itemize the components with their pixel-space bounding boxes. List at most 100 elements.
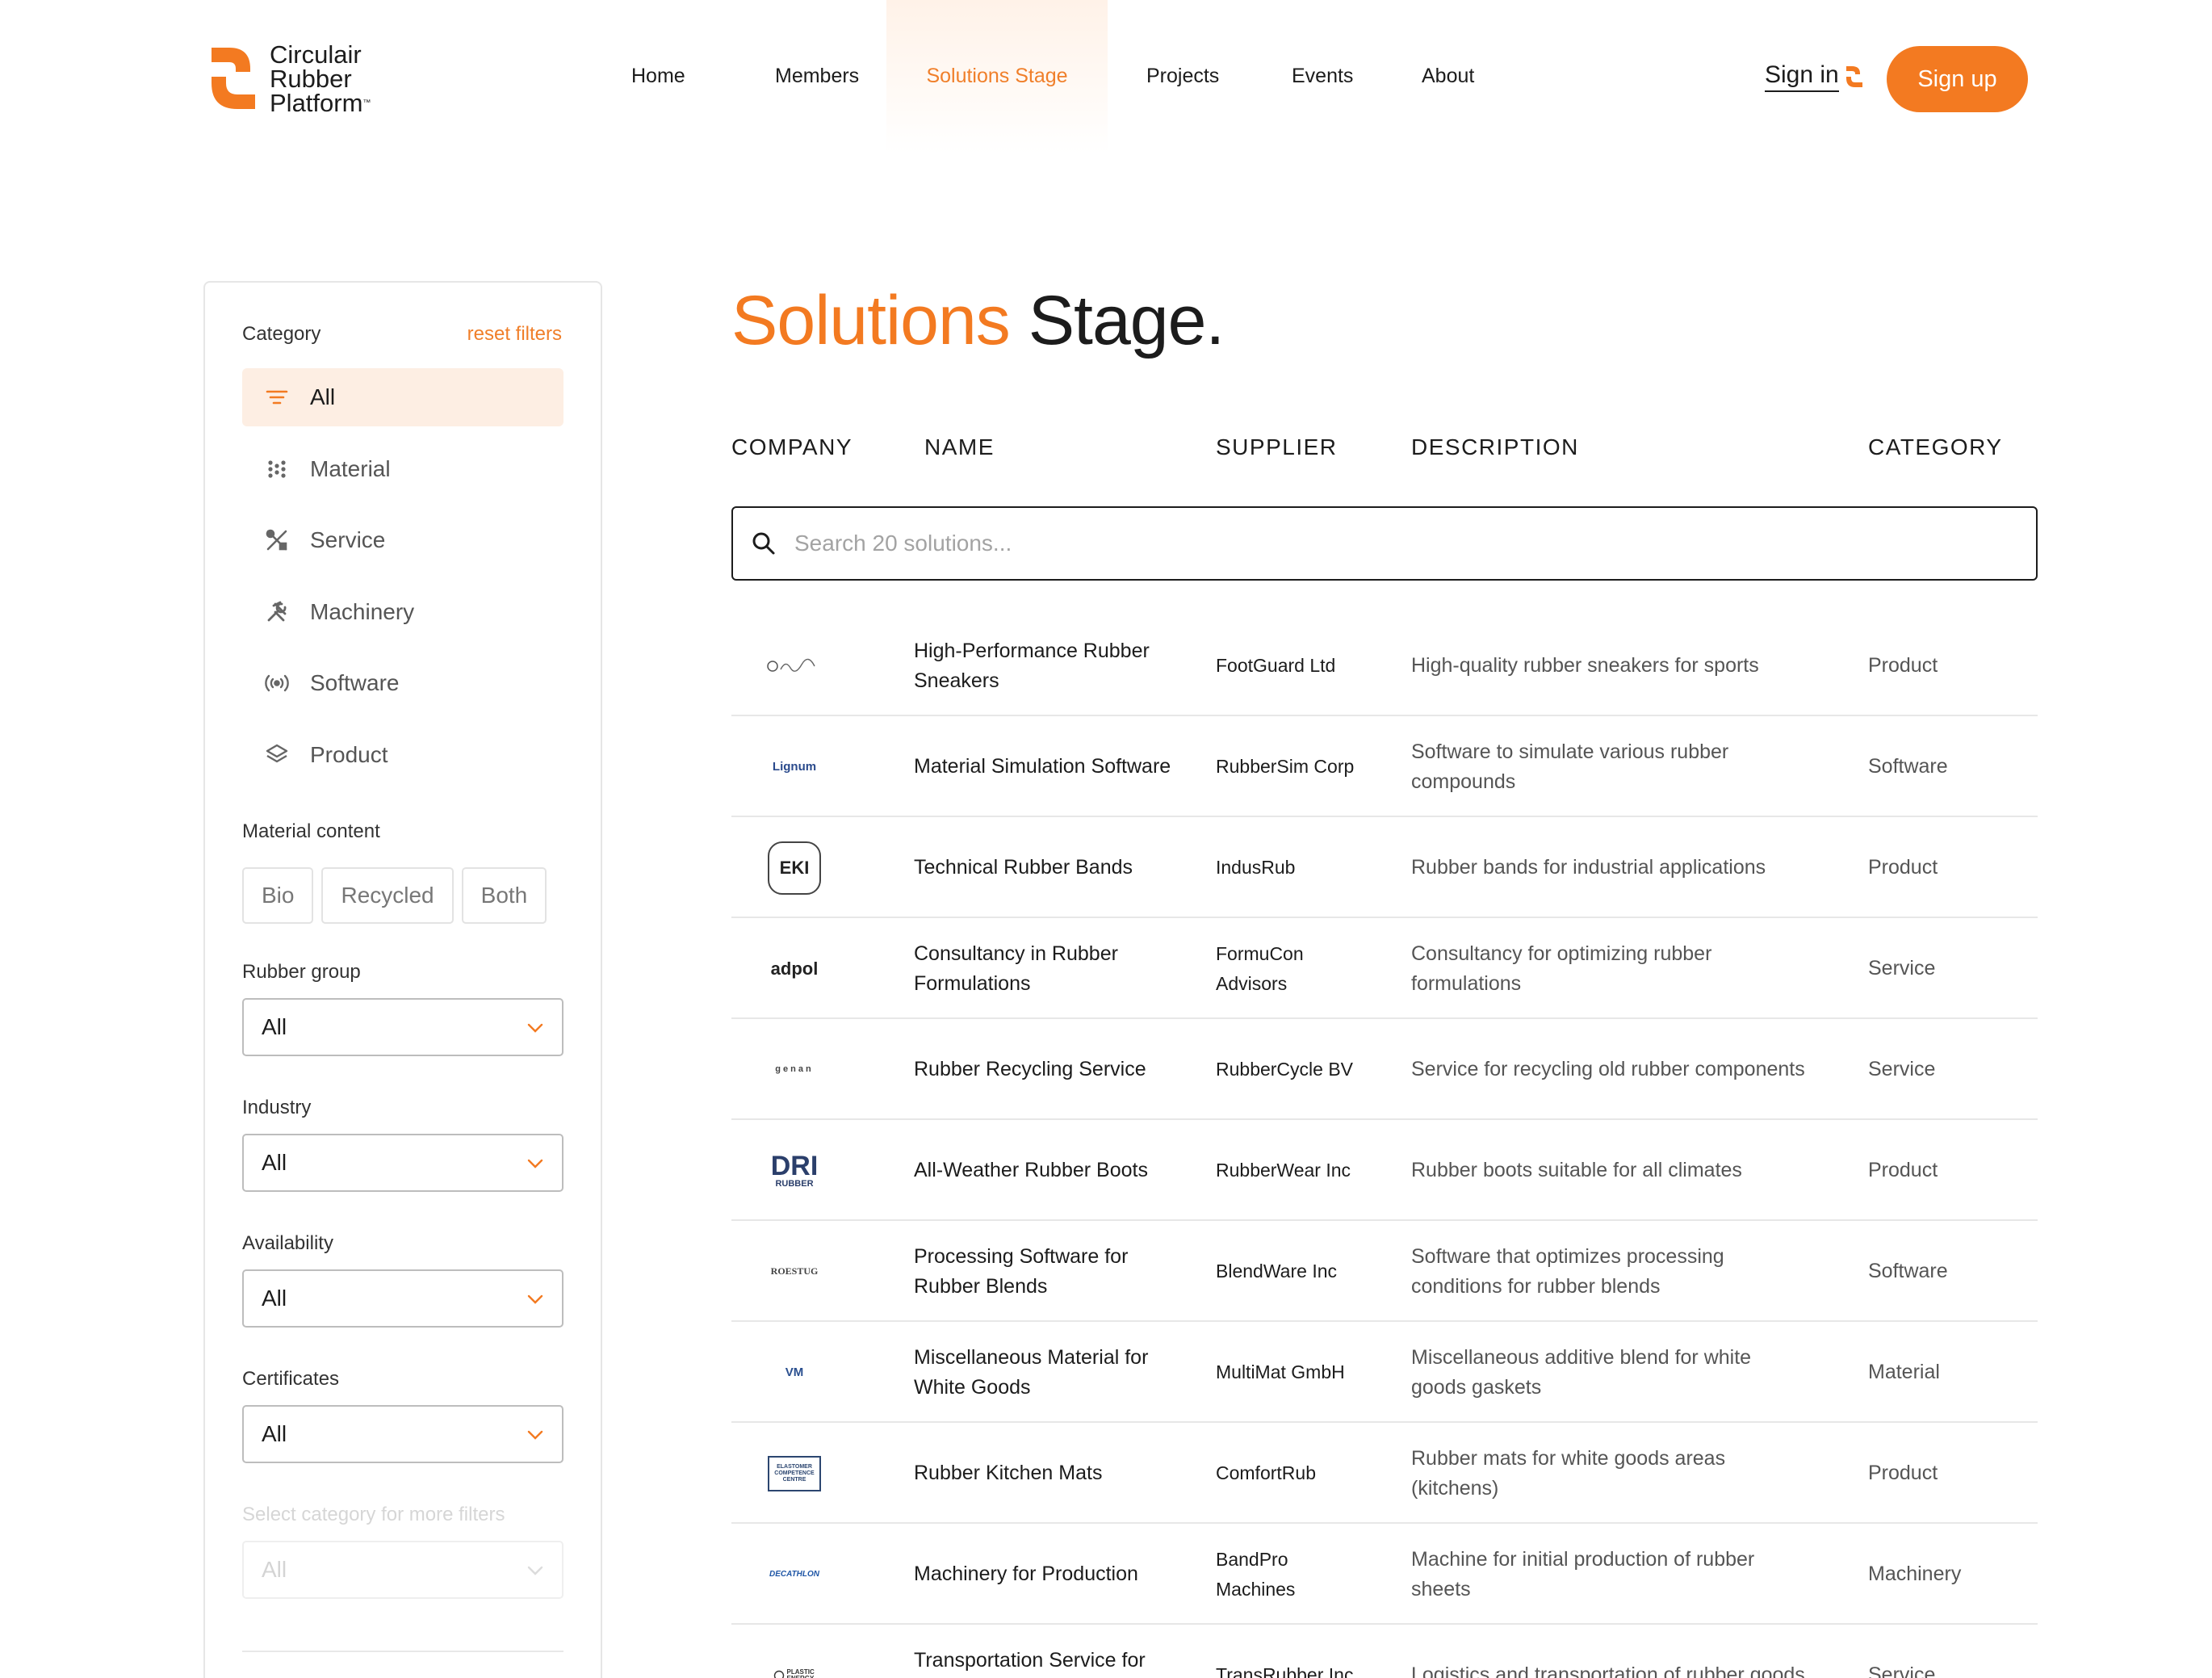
solution-category: Machinery xyxy=(1868,1563,1962,1585)
category-machinery[interactable]: Machinery xyxy=(242,583,563,641)
sign-in-link[interactable]: Sign in xyxy=(1765,61,1863,92)
category-service[interactable]: Service xyxy=(242,511,563,569)
industry-value: All xyxy=(262,1150,287,1175)
chevron-down-icon xyxy=(527,1566,543,1575)
company-logo: ROESTUG xyxy=(762,1221,827,1322)
solution-name[interactable]: Rubber Kitchen Mats xyxy=(914,1423,1172,1524)
decathlon-logo: DECATHLON xyxy=(769,1570,820,1579)
nav-events[interactable]: Events xyxy=(1263,0,1403,153)
table-row[interactable]: EKI Technical Rubber Bands IndusRub Rubb… xyxy=(731,817,2038,918)
nav-about[interactable]: About xyxy=(1403,0,1516,153)
solution-name[interactable]: Miscellaneous Material for White Goods xyxy=(914,1322,1172,1423)
solution-supplier: FormuCon Advisors xyxy=(1216,942,1304,994)
column-header-category[interactable]: CATEGORY xyxy=(1868,434,2003,460)
company-logo xyxy=(762,615,827,716)
chevron-down-icon xyxy=(527,1430,543,1440)
table-row[interactable]: ROESTUG Processing Software for Rubber B… xyxy=(731,1221,2038,1322)
search-input[interactable] xyxy=(794,531,1925,556)
solution-name[interactable]: Machinery for Production xyxy=(914,1524,1172,1625)
solution-name[interactable]: Processing Software for Rubber Blends xyxy=(914,1221,1172,1322)
table-row[interactable]: genan Rubber Recycling Service RubberCyc… xyxy=(731,1019,2038,1120)
elastomer-logo: ELASTOMER COMPETENCE CENTRE xyxy=(768,1455,821,1491)
category-material[interactable]: Material xyxy=(242,440,563,498)
category-label: Category xyxy=(242,323,321,345)
page-title: Solutions Stage. xyxy=(731,281,1225,361)
nav-projects[interactable]: Projects xyxy=(1146,0,1263,153)
tools-crossed-icon xyxy=(263,526,291,554)
material-both-chip[interactable]: Both xyxy=(461,867,547,924)
eki-logo: EKI xyxy=(768,841,821,895)
table-row[interactable]: High-Performance Rubber Sneakers FootGua… xyxy=(731,615,2038,716)
category-list: All Material Service Machinery Software xyxy=(242,368,563,797)
nav-members[interactable]: Members xyxy=(775,0,886,153)
availability-select[interactable]: All xyxy=(242,1269,563,1328)
table-row[interactable]: Lignum Material Simulation Software Rubb… xyxy=(731,716,2038,817)
category-all-label: All xyxy=(310,384,336,409)
solution-supplier: BlendWare Inc xyxy=(1216,1261,1337,1282)
sign-in-label: Sign in xyxy=(1765,61,1839,92)
company-logo: Lignum xyxy=(762,716,827,817)
brand-line-2: Rubber xyxy=(270,65,352,93)
solution-description: Logistics and transportation of rubber g… xyxy=(1411,1663,1805,1678)
category-software[interactable]: Software xyxy=(242,654,563,712)
nav-home[interactable]: Home xyxy=(631,0,728,153)
solution-supplier: FootGuard Ltd xyxy=(1216,655,1336,676)
company-logo: adpol xyxy=(762,918,827,1019)
solution-name[interactable]: Technical Rubber Bands xyxy=(914,817,1172,918)
sidebar-divider xyxy=(242,1651,563,1652)
page-title-accent: Solutions xyxy=(731,282,1011,359)
solution-name[interactable]: All-Weather Rubber Boots xyxy=(914,1120,1172,1221)
solution-description: Rubber bands for industrial applications xyxy=(1411,856,1766,879)
column-header-company[interactable]: COMPANY xyxy=(731,434,853,460)
solution-description: Rubber mats for white goods areas (kitch… xyxy=(1411,1446,1726,1500)
column-header-name[interactable]: NAME xyxy=(924,434,995,460)
adpol-logo: adpol xyxy=(770,959,819,979)
dri-logo-sub: RUBBER xyxy=(775,1178,814,1189)
chevron-down-icon xyxy=(527,1294,543,1304)
solution-supplier: RubberSim Corp xyxy=(1216,756,1355,777)
solution-name[interactable]: Consultancy in Rubber Formulations xyxy=(914,918,1172,1019)
plastic-energy-mark-icon xyxy=(773,1670,784,1678)
solution-description: Miscellaneous additive blend for white g… xyxy=(1411,1345,1752,1399)
material-recycled-chip[interactable]: Recycled xyxy=(321,867,454,924)
table-row[interactable]: adpol Consultancy in Rubber Formulations… xyxy=(731,918,2038,1019)
dots-grid-icon xyxy=(263,455,291,483)
category-product[interactable]: Product xyxy=(242,726,563,784)
certificates-label: Certificates xyxy=(242,1368,340,1390)
chevron-down-icon xyxy=(527,1023,543,1033)
solution-category: Service xyxy=(1868,957,1936,980)
reset-filters-link[interactable]: reset filters xyxy=(467,323,562,346)
solution-name[interactable]: High-Performance Rubber Sneakers xyxy=(914,615,1172,716)
page-title-rest: Stage. xyxy=(1009,282,1225,359)
solution-supplier: BandPro Machines xyxy=(1216,1548,1296,1600)
table-row[interactable]: ELASTOMER COMPETENCE CENTRE Rubber Kitch… xyxy=(731,1423,2038,1524)
solution-name[interactable]: Rubber Recycling Service xyxy=(914,1019,1172,1120)
solution-name[interactable]: Material Simulation Software xyxy=(914,716,1172,817)
category-all[interactable]: All xyxy=(242,368,563,426)
industry-select[interactable]: All xyxy=(242,1134,563,1192)
brand-logo[interactable]: Circulair Rubber Platform™ xyxy=(208,42,371,116)
solution-category: Product xyxy=(1868,1159,1938,1181)
solution-description: High-quality rubber sneakers for sports xyxy=(1411,654,1759,677)
roestug-logo: ROESTUG xyxy=(770,1265,819,1277)
solution-name[interactable]: Transportation Service for Rubber Parts xyxy=(914,1625,1172,1678)
company-logo: genan xyxy=(762,1019,827,1120)
nav-solutions-stage[interactable]: Solutions Stage xyxy=(886,0,1108,153)
rubber-group-select[interactable]: All xyxy=(242,998,563,1056)
company-logo: DRI RUBBER xyxy=(762,1120,827,1221)
table-row[interactable]: DECATHLON Machinery for Production BandP… xyxy=(731,1524,2038,1625)
table-row[interactable]: DRI RUBBER All-Weather Rubber Boots Rubb… xyxy=(731,1120,2038,1221)
table-row[interactable]: PLASTIC ENERGY Transportation Service fo… xyxy=(731,1625,2038,1678)
category-machinery-label: Machinery xyxy=(310,598,415,624)
category-service-label: Service xyxy=(310,527,386,552)
search-icon xyxy=(752,532,775,555)
column-header-description[interactable]: DESCRIPTION xyxy=(1411,434,1579,460)
sign-up-button[interactable]: Sign up xyxy=(1887,46,2028,112)
solution-supplier: TransRubber Inc xyxy=(1216,1664,1354,1678)
certificates-select[interactable]: All xyxy=(242,1405,563,1463)
table-row[interactable]: VM Miscellaneous Material for White Good… xyxy=(731,1322,2038,1423)
material-bio-chip[interactable]: Bio xyxy=(242,867,314,924)
column-header-supplier[interactable]: SUPPLIER xyxy=(1216,434,1338,460)
solution-category: Software xyxy=(1868,755,1948,778)
brand-name: Circulair Rubber Platform™ xyxy=(270,42,371,115)
